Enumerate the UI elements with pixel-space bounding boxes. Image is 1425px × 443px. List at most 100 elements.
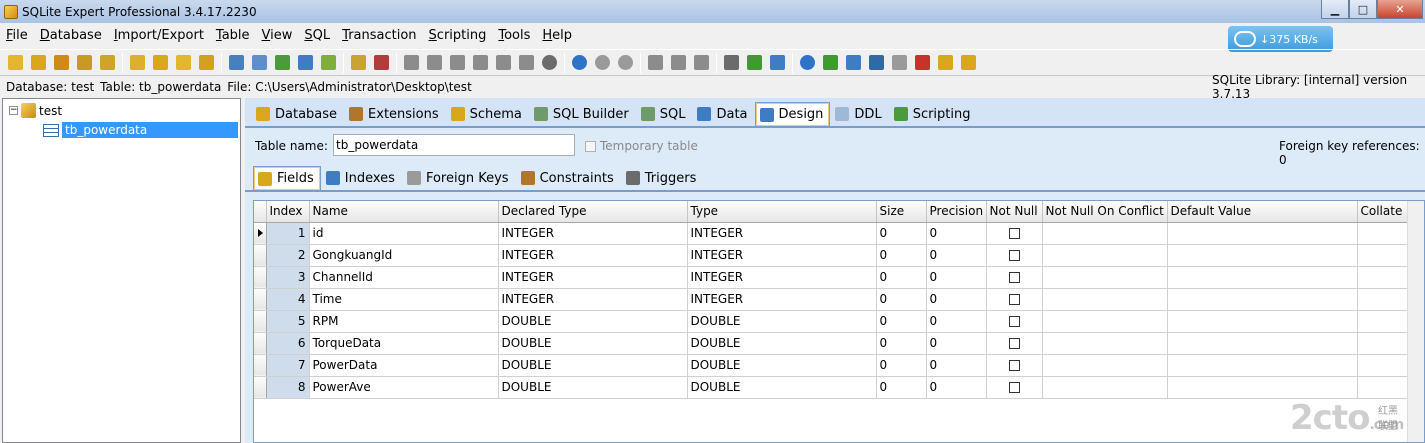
- tree-item-database[interactable]: − test: [9, 103, 62, 118]
- cell-default-value[interactable]: [1167, 310, 1358, 333]
- mail-button[interactable]: [888, 52, 910, 74]
- menu-database[interactable]: Database: [34, 28, 108, 43]
- cell-name[interactable]: GongkuangId: [309, 244, 499, 267]
- column-header-default-value[interactable]: Default Value: [1167, 201, 1358, 223]
- column-header-not-null[interactable]: Not Null: [986, 201, 1043, 223]
- grid-view-button[interactable]: [766, 52, 788, 74]
- menu-scripting[interactable]: Scripting: [423, 28, 493, 43]
- cell-not-null-on-conflict[interactable]: [1042, 244, 1168, 267]
- column-header-not-null-on-conflict[interactable]: Not Null On Conflict: [1042, 201, 1168, 223]
- cell-type[interactable]: DOUBLE: [687, 332, 877, 355]
- cell-size[interactable]: 0: [876, 244, 927, 267]
- settings-button[interactable]: [720, 52, 742, 74]
- cell-type[interactable]: DOUBLE: [687, 376, 877, 399]
- cell-index[interactable]: 2: [266, 244, 310, 267]
- cell-type[interactable]: INTEGER: [687, 222, 877, 245]
- database-settings-button[interactable]: [73, 52, 95, 74]
- cell-name[interactable]: PowerAve: [309, 376, 499, 399]
- cell-size[interactable]: 0: [876, 332, 927, 355]
- cell-not-null[interactable]: [986, 354, 1043, 377]
- table-row[interactable]: 4 Time INTEGER INTEGER 0 0: [254, 288, 1410, 311]
- cell-not-null-on-conflict[interactable]: [1042, 332, 1168, 355]
- table-row[interactable]: 1 id INTEGER INTEGER 0 0: [254, 222, 1410, 245]
- cell-collate[interactable]: [1357, 222, 1410, 245]
- close-button[interactable]: ✕: [1377, 0, 1423, 19]
- cell-size[interactable]: 0: [876, 354, 927, 377]
- column-header-size[interactable]: Size: [876, 201, 927, 223]
- menu-help[interactable]: Help: [536, 28, 578, 43]
- column-header-name[interactable]: Name: [309, 201, 499, 223]
- cell-declared[interactable]: INTEGER: [498, 266, 688, 289]
- attach-database-button[interactable]: [126, 52, 148, 74]
- script-stop-button[interactable]: [538, 52, 560, 74]
- register-button[interactable]: [957, 52, 979, 74]
- cell-collate[interactable]: [1357, 244, 1410, 267]
- trigger-edit-button[interactable]: [667, 52, 689, 74]
- trigger-new-button[interactable]: [644, 52, 666, 74]
- tab-schema[interactable]: Schema: [446, 102, 529, 126]
- detach-database-button[interactable]: [149, 52, 171, 74]
- cell-name[interactable]: RPM: [309, 310, 499, 333]
- cell-index[interactable]: 1: [266, 222, 310, 245]
- cell-not-null-on-conflict[interactable]: [1042, 354, 1168, 377]
- subtab-foreign-keys[interactable]: Foreign Keys: [402, 166, 516, 190]
- cell-precision[interactable]: 0: [926, 310, 987, 333]
- not-null-checkbox[interactable]: [1008, 272, 1020, 283]
- plugin-button[interactable]: [934, 52, 956, 74]
- cell-not-null-on-conflict[interactable]: [1042, 288, 1168, 311]
- column-header-precision[interactable]: Precision: [926, 201, 987, 223]
- cell-not-null-on-conflict[interactable]: [1042, 310, 1168, 333]
- script-open-button[interactable]: [469, 52, 491, 74]
- design-table-button[interactable]: [248, 52, 270, 74]
- menu-sql[interactable]: SQL: [298, 28, 336, 43]
- cell-default-value[interactable]: [1167, 266, 1358, 289]
- trigger-drop-button[interactable]: [690, 52, 712, 74]
- script-step-button[interactable]: [423, 52, 445, 74]
- cell-name[interactable]: Time: [309, 288, 499, 311]
- cell-size[interactable]: 0: [876, 310, 927, 333]
- menu-file[interactable]: File: [0, 28, 34, 43]
- subtab-indexes[interactable]: Indexes: [321, 166, 402, 190]
- cell-size[interactable]: 0: [876, 222, 927, 245]
- tab-ddl[interactable]: DDL: [830, 102, 888, 126]
- cell-default-value[interactable]: [1167, 332, 1358, 355]
- not-null-checkbox[interactable]: [1008, 250, 1020, 261]
- rename-table-button[interactable]: [294, 52, 316, 74]
- table-row[interactable]: 7 PowerData DOUBLE DOUBLE 0 0: [254, 354, 1410, 377]
- cell-declared[interactable]: DOUBLE: [498, 376, 688, 399]
- tab-data[interactable]: Data: [692, 102, 754, 126]
- cell-declared[interactable]: DOUBLE: [498, 310, 688, 333]
- cell-declared[interactable]: INTEGER: [498, 222, 688, 245]
- not-null-checkbox[interactable]: [1008, 382, 1020, 393]
- cell-collate[interactable]: [1357, 376, 1410, 399]
- column-header-declared-type[interactable]: Declared Type: [498, 201, 688, 223]
- cell-name[interactable]: ChannelId: [309, 266, 499, 289]
- menu-transaction[interactable]: Transaction: [336, 28, 422, 43]
- help-button[interactable]: [796, 52, 818, 74]
- add-database-button[interactable]: [27, 52, 49, 74]
- tab-design[interactable]: Design: [754, 102, 831, 126]
- maximize-button[interactable]: □: [1349, 0, 1377, 19]
- cell-precision[interactable]: 0: [926, 222, 987, 245]
- web-button[interactable]: [819, 52, 841, 74]
- tab-database[interactable]: Database: [251, 102, 344, 126]
- not-null-checkbox[interactable]: [1008, 228, 1020, 239]
- column-header-index[interactable]: Index: [266, 201, 310, 223]
- cell-not-null[interactable]: [986, 332, 1043, 355]
- cell-not-null[interactable]: [986, 376, 1043, 399]
- column-header-collate[interactable]: Collate: [1357, 201, 1410, 223]
- cell-size[interactable]: 0: [876, 288, 927, 311]
- cell-not-null[interactable]: [986, 222, 1043, 245]
- tree-item-table[interactable]: tb_powerdata: [43, 122, 238, 138]
- not-null-checkbox[interactable]: [1008, 294, 1020, 305]
- cell-name[interactable]: PowerData: [309, 354, 499, 377]
- pen-button[interactable]: [865, 52, 887, 74]
- cell-type[interactable]: INTEGER: [687, 288, 877, 311]
- stop-button[interactable]: [614, 52, 636, 74]
- cell-default-value[interactable]: [1167, 288, 1358, 311]
- cell-collate[interactable]: [1357, 266, 1410, 289]
- update-button[interactable]: [842, 52, 864, 74]
- import-button[interactable]: [347, 52, 369, 74]
- cell-index[interactable]: 4: [266, 288, 310, 311]
- tab-sql-builder[interactable]: SQL Builder: [529, 102, 636, 126]
